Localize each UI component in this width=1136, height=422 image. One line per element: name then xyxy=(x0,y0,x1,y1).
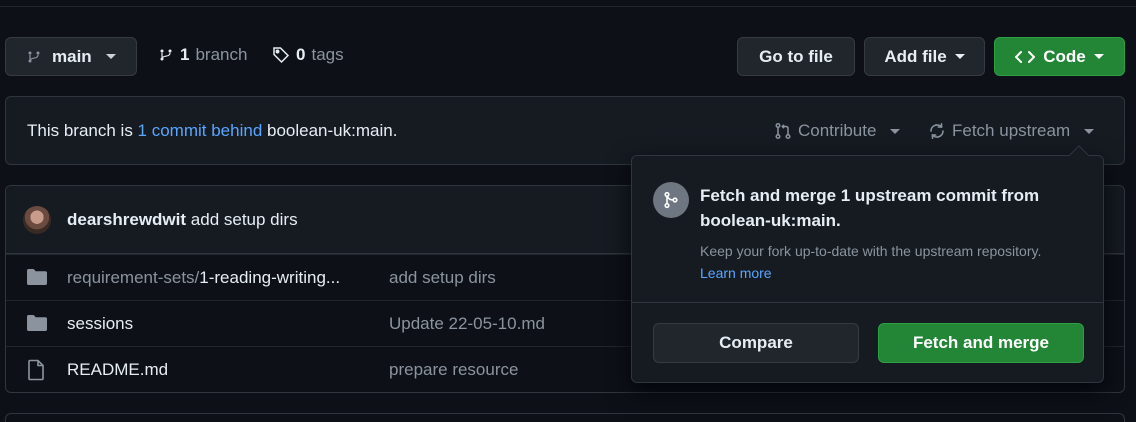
git-merge-icon xyxy=(653,182,689,218)
file-commit-message[interactable]: Update 22-05-10.md xyxy=(389,314,545,334)
branches-link[interactable]: 1 branch xyxy=(158,45,247,65)
banner-suffix: boolean-uk:main. xyxy=(262,121,398,140)
popover-description-text: Keep your fork up-to-date with the upstr… xyxy=(700,243,1042,259)
sync-icon xyxy=(930,123,944,139)
tags-link[interactable]: 0 tags xyxy=(272,45,344,65)
header-divider xyxy=(0,6,1136,7)
current-branch-name: main xyxy=(52,46,92,66)
code-icon xyxy=(1015,50,1036,63)
compare-button[interactable]: Compare xyxy=(653,323,859,363)
code-label: Code xyxy=(1043,46,1086,66)
file-name[interactable]: README.md xyxy=(67,360,168,380)
readme-box xyxy=(5,413,1125,422)
popover-title: Fetch and merge 1 upstream commit from b… xyxy=(700,186,1040,230)
pull-request-icon xyxy=(775,122,791,140)
fetch-upstream-button[interactable]: Fetch upstream xyxy=(928,121,1095,141)
code-button[interactable]: Code xyxy=(994,37,1125,76)
popover-divider xyxy=(632,302,1103,303)
go-to-file-button[interactable]: Go to file xyxy=(737,37,855,76)
branch-count: 1 xyxy=(180,45,190,64)
file-dir: requirement-sets/ xyxy=(67,268,200,287)
file-name-text: 1-reading-writing... xyxy=(199,268,341,287)
fetch-upstream-label: Fetch upstream xyxy=(952,121,1071,140)
contribute-label: Contribute xyxy=(798,121,877,140)
contribute-button[interactable]: Contribute xyxy=(774,121,901,141)
tag-icon xyxy=(273,47,290,64)
chevron-down-icon xyxy=(954,54,965,59)
branch-count-label: branch xyxy=(195,45,248,64)
fork-status-text: This branch is 1 commit behind boolean-u… xyxy=(27,121,397,141)
file-icon xyxy=(28,359,44,381)
branch-selector-button[interactable]: main xyxy=(5,37,137,76)
latest-commit-text: dearshrewdwit add setup dirs xyxy=(67,210,298,230)
folder-icon xyxy=(27,269,47,285)
commits-behind-link[interactable]: 1 commit behind xyxy=(138,121,263,140)
tag-count-label: tags xyxy=(311,45,344,64)
folder-icon xyxy=(27,315,47,331)
tag-count: 0 xyxy=(296,45,306,64)
chevron-down-icon xyxy=(890,128,901,134)
git-branch-icon xyxy=(28,51,40,62)
file-name[interactable]: sessions xyxy=(67,314,133,334)
popover-description: Keep your fork up-to-date with the upstr… xyxy=(700,240,1060,284)
fetch-upstream-popover: Fetch and merge 1 upstream commit from b… xyxy=(631,145,1104,383)
commit-message[interactable]: add setup dirs xyxy=(191,210,298,229)
avatar[interactable] xyxy=(23,206,51,234)
add-file-label: Add file xyxy=(884,46,947,66)
chevron-down-icon xyxy=(105,54,116,59)
chevron-down-icon xyxy=(1093,54,1104,59)
chevron-down-icon xyxy=(1084,128,1095,134)
add-file-button[interactable]: Add file xyxy=(864,37,985,76)
file-name[interactable]: requirement-sets/1-reading-writing... xyxy=(67,268,340,288)
banner-prefix: This branch is xyxy=(27,121,138,140)
commit-author[interactable]: dearshrewdwit xyxy=(67,210,186,229)
learn-more-link[interactable]: Learn more xyxy=(700,265,772,281)
file-commit-message[interactable]: add setup dirs xyxy=(389,268,496,288)
fetch-and-merge-button[interactable]: Fetch and merge xyxy=(878,323,1084,363)
git-branch-icon xyxy=(160,49,172,61)
file-commit-message[interactable]: prepare resource xyxy=(389,360,518,380)
